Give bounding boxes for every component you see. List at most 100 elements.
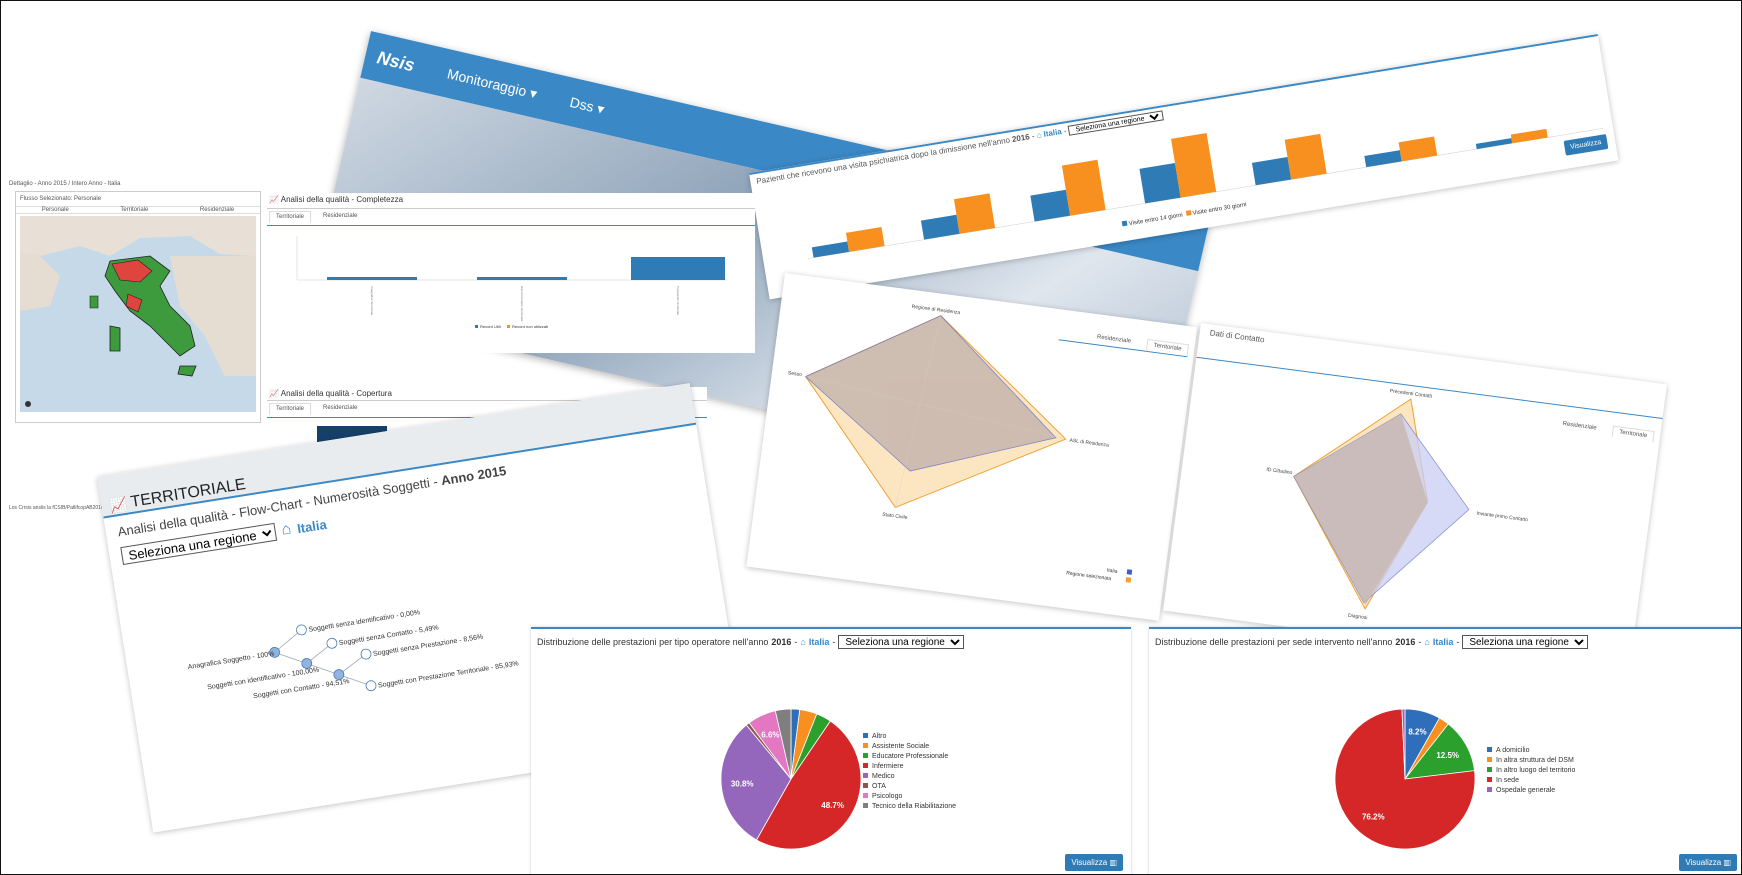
bar-1-5[interactable] [1398,136,1438,162]
bar-anagrafica [327,277,417,280]
legend-swatch [1487,767,1492,772]
legend-label: In sede [1496,777,1519,784]
legend-label: OTA [872,783,886,790]
pie-sede-title: Distribuzione delle prestazioni per sede… [1149,629,1741,655]
bar-1-6[interactable] [1510,128,1548,144]
pie-label: 8.2% [1408,728,1426,737]
bar-1-4[interactable] [1284,133,1327,180]
legend-record-non-utilizzati: Record non utilizzati [512,324,548,329]
chart-bar-icon: ▥ [1723,858,1731,867]
pie-label: 48.7% [821,801,844,810]
axis-regione: Regione di Residenza [911,304,961,316]
home-icon: ⌂ [800,637,806,647]
legend-label: Infermiere [872,763,904,770]
pie-operatore-title: Distribuzione delle prestazioni per tipo… [531,629,1131,655]
legend-swatch [1487,757,1492,762]
tab-residenziale[interactable]: Residenziale [317,211,363,223]
axis-id-cittadino: ID Cittadino [1266,467,1293,476]
visualizza-button[interactable]: Visualizza ▥ [1065,854,1123,871]
map-footer-note: Los Crrsis anslis la fCSIB/PatlifcopAB20… [9,505,104,511]
legend-swatch [863,763,868,768]
region-select[interactable]: Seleziona una regione [1462,635,1589,649]
completezza-panel: 📈 Analisi della qualità - Completezza Te… [267,193,755,353]
tab-territoriale[interactable]: Territoriale [269,211,312,223]
pie-label: 76.2% [1362,812,1385,821]
svg-text:Anagrafica Soggetto - 100%: Anagrafica Soggetto - 100% [187,650,275,671]
nav-monitoraggio[interactable]: Monitoraggio ▾ [446,65,539,102]
node-con-prestazione [365,680,377,692]
bar-0-3[interactable] [1139,163,1181,204]
country-link[interactable]: Italia [1043,127,1062,139]
legend-swatch [1487,787,1492,792]
pie-sede-panel: Distribuzione delle prestazioni per sede… [1149,627,1741,874]
nav-dss[interactable]: Dss ▾ [568,93,606,117]
axis-diagnosi: Diagnosi [1348,613,1368,621]
legend-swatch [863,773,868,778]
legend-label: In altra struttura del DSM [1496,757,1574,764]
home-icon: ⌂ [280,520,293,539]
legend-label: Altro [872,733,887,740]
chart-line-icon: 📈 [269,195,279,204]
tab-residenziale[interactable]: Residenziale [200,207,234,213]
canvas: Nsis Monitoraggio ▾ Dss ▾ Pazienti che r… [0,0,1742,875]
radar-left-chart: Regione di Residenza ASL di Residenza St… [788,304,1133,583]
pie-label: 12.5% [1436,751,1459,760]
legend-swatch [863,803,868,808]
tab-personale[interactable]: Personale [42,207,69,213]
node-senza-identificativo [296,624,307,636]
axis-stato-civile: Stato Civile [882,512,908,521]
pie-label: 30.8% [731,779,754,788]
bar-0-6[interactable] [1475,138,1513,150]
legend-swatch [1487,777,1492,782]
axis-sesso: Sesso [788,370,803,378]
legend-italia: Italia [1107,568,1118,575]
legend-label: Educatore Professionale [872,753,948,760]
bar-0-1[interactable] [920,214,960,240]
radar-right-panel: Dati di Contatto Residenziale Territoria… [1163,323,1667,672]
country-link[interactable]: Italia [809,637,830,647]
tab-residenziale[interactable]: Residenziale [317,403,363,415]
svg-text:Anagrafica Territoriale: Anagrafica Territoriale [370,286,374,315]
bar-1-1[interactable] [953,193,996,234]
legend-label: In altro luogo del territorio [1496,767,1575,774]
axis-inviante: Inviante primo Contatto [1476,511,1528,524]
legend-label: A domicilio [1496,747,1530,754]
legend-swatch [863,733,868,738]
flusso-label: Flusso Selezionato: Personale [20,196,102,202]
axis-precedenti: Precedenti Contatti [1389,388,1432,400]
svg-text:Dati di Contatto Territoriale: Dati di Contatto Territoriale [520,286,524,322]
radar-right-chart: Precedenti Contatti Inviante primo Conta… [1266,388,1528,621]
map-info-icon [25,401,31,407]
bar-dati-contatto [477,277,567,280]
legend-label: Medico [872,773,895,780]
completezza-title: 📈 Analisi della qualità - Completezza [267,193,755,209]
legend-swatch [863,743,868,748]
legend-label: Assistente Sociale [872,743,929,750]
breadcrumb: Dettaglio - Anno 2015 / Intero Anno - It… [9,181,121,187]
legend-swatch [863,753,868,758]
bar-0-4[interactable] [1251,157,1292,186]
visualizza-button[interactable]: Visualizza ▥ [1679,854,1737,871]
node-senza-prestazione [360,648,372,660]
svg-text:Prestazioni Territoriali: Prestazioni Territoriali [676,286,680,315]
brand-logo[interactable]: Nsis [375,47,417,76]
chart-line-icon: 📈 [108,495,129,515]
completezza-chart: Anagrafica Territoriale Dati di Contatto… [296,236,727,329]
italy-map[interactable] [20,216,256,412]
legend-swatch [863,793,868,798]
home-icon: ⌂ [1035,130,1043,140]
svg-text:Soggetti con Prestazione Terri: Soggetti con Prestazione Territoriale - … [378,660,520,689]
tab-territoriale[interactable]: Territoriale [120,207,148,213]
bar-0-0[interactable] [811,241,850,258]
legend-label: Psicologo [872,793,902,800]
legend-regione: Regione selezionata [1066,570,1112,582]
chart-line-icon: 📈 [269,389,279,398]
country-link[interactable]: Italia [1433,637,1454,647]
bar-1-0[interactable] [845,227,885,252]
tab-territoriale[interactable]: Territoriale [269,403,312,415]
radar-left-panel: Residenziale Territoriale Regione di Res… [746,273,1198,621]
legend-label: Tecnico della Riabilitazione [872,803,956,810]
node-senza-contatto [326,637,338,649]
chart-bar-icon: ▥ [1109,858,1117,867]
region-select[interactable]: Seleziona una regione [838,635,965,649]
